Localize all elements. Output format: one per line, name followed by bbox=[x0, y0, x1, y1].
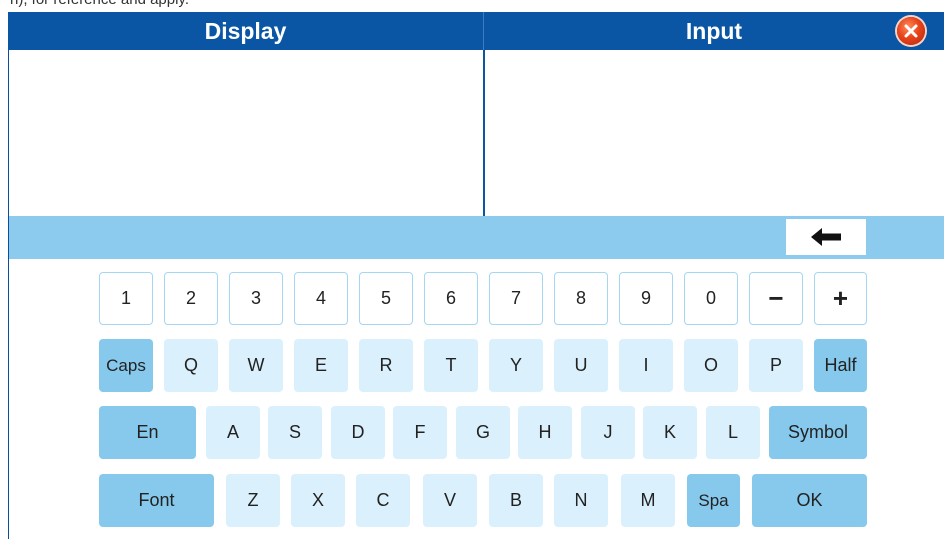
key-r[interactable]: R bbox=[359, 339, 413, 392]
key-p[interactable]: P bbox=[749, 339, 803, 392]
en-key[interactable]: En bbox=[99, 406, 196, 459]
key-d[interactable]: D bbox=[331, 406, 385, 459]
clipped-text: n), for reference and apply. bbox=[10, 0, 189, 8]
key-2[interactable]: 2 bbox=[164, 272, 218, 325]
key-h[interactable]: H bbox=[518, 406, 572, 459]
key-3[interactable]: 3 bbox=[229, 272, 283, 325]
key-0[interactable]: 0 bbox=[684, 272, 738, 325]
key-t[interactable]: T bbox=[424, 339, 478, 392]
input-title: Input bbox=[685, 18, 743, 44]
key-g[interactable]: G bbox=[456, 406, 510, 459]
key-plus[interactable]: + bbox=[814, 272, 867, 325]
font-key[interactable]: Font bbox=[99, 474, 214, 527]
key-k[interactable]: K bbox=[643, 406, 697, 459]
key-i[interactable]: I bbox=[619, 339, 673, 392]
key-v[interactable]: V bbox=[423, 474, 477, 527]
key-7[interactable]: 7 bbox=[489, 272, 543, 325]
pane-divider bbox=[483, 50, 485, 216]
ok-key[interactable]: OK bbox=[752, 474, 867, 527]
key-m[interactable]: M bbox=[621, 474, 675, 527]
key-o[interactable]: O bbox=[684, 339, 738, 392]
key-w[interactable]: W bbox=[229, 339, 283, 392]
key-c[interactable]: C bbox=[356, 474, 410, 527]
caps-key[interactable]: Caps bbox=[99, 339, 153, 392]
key-x[interactable]: X bbox=[291, 474, 345, 527]
key-5[interactable]: 5 bbox=[359, 272, 413, 325]
display-area bbox=[9, 50, 483, 215]
key-z[interactable]: Z bbox=[226, 474, 280, 527]
text-panes bbox=[9, 50, 944, 215]
input-area[interactable] bbox=[485, 50, 944, 215]
key-8[interactable]: 8 bbox=[554, 272, 608, 325]
title-bar: Display Input bbox=[8, 12, 944, 50]
key-f[interactable]: F bbox=[393, 406, 447, 459]
backspace-arrow-icon bbox=[811, 228, 841, 246]
key-s[interactable]: S bbox=[268, 406, 322, 459]
display-title: Display bbox=[204, 18, 287, 44]
key-a[interactable]: A bbox=[206, 406, 260, 459]
key-minus[interactable]: − bbox=[749, 272, 803, 325]
key-9[interactable]: 9 bbox=[619, 272, 673, 325]
key-e[interactable]: E bbox=[294, 339, 348, 392]
space-key[interactable]: Spa bbox=[687, 474, 740, 527]
backspace-button[interactable] bbox=[786, 219, 866, 255]
key-j[interactable]: J bbox=[581, 406, 635, 459]
key-q[interactable]: Q bbox=[164, 339, 218, 392]
close-button[interactable] bbox=[897, 17, 925, 45]
key-4[interactable]: 4 bbox=[294, 272, 348, 325]
symbol-key[interactable]: Symbol bbox=[769, 406, 867, 459]
key-l[interactable]: L bbox=[706, 406, 760, 459]
top-edge-text: n), for reference and apply. bbox=[0, 0, 944, 12]
key-u[interactable]: U bbox=[554, 339, 608, 392]
key-b[interactable]: B bbox=[489, 474, 543, 527]
key-1[interactable]: 1 bbox=[99, 272, 153, 325]
half-key[interactable]: Half bbox=[814, 339, 867, 392]
key-y[interactable]: Y bbox=[489, 339, 543, 392]
key-n[interactable]: N bbox=[554, 474, 608, 527]
close-icon bbox=[904, 24, 918, 38]
key-6[interactable]: 6 bbox=[424, 272, 478, 325]
